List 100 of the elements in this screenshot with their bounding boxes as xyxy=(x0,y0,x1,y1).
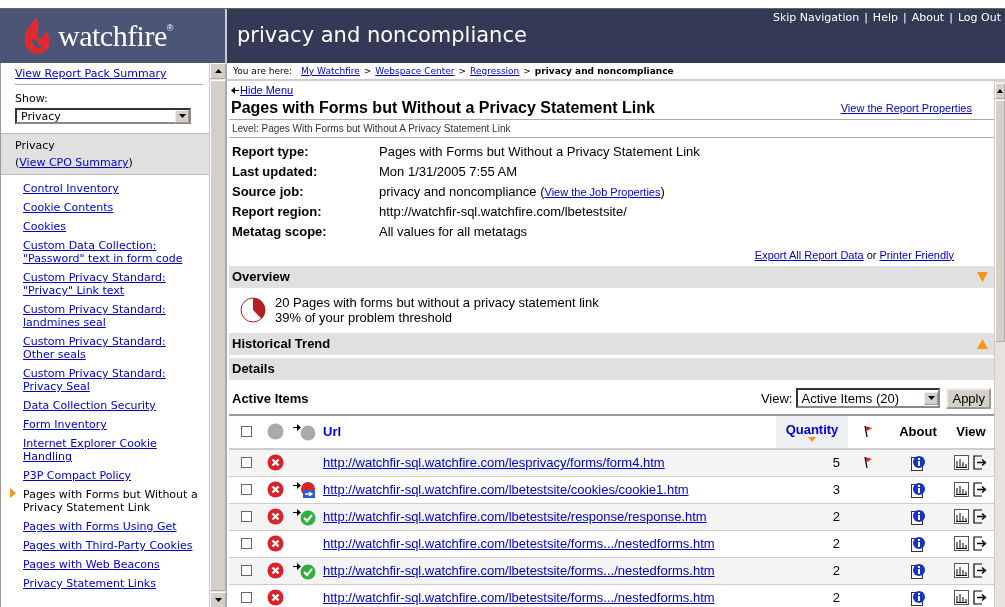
row-checkbox[interactable] xyxy=(240,565,252,576)
chart-icon[interactable] xyxy=(954,455,969,470)
export-icon[interactable] xyxy=(973,509,988,524)
report-link[interactable]: Pages with Forms but Without a Privacy Statement Link xyxy=(23,488,203,514)
url-link[interactable]: http://watchfir-sql.watchfire.com/lbetestsite/forms.../nestedforms.htm xyxy=(323,563,715,578)
show-label: Show: xyxy=(15,92,49,105)
report-link[interactable]: Custom Privacy Standard: "Privacy" Link text xyxy=(23,271,199,297)
hide-menu-link[interactable]: Hide Menu xyxy=(240,84,294,96)
row-checkbox[interactable] xyxy=(240,592,252,603)
row-checkbox[interactable] xyxy=(240,511,252,522)
quantity-cell-text: 2 xyxy=(831,589,841,607)
property-label: Last updated: xyxy=(232,163,319,179)
scroll-up-button[interactable] xyxy=(995,83,1005,99)
chart-icon[interactable] xyxy=(954,536,969,551)
active-items-title: Active Items xyxy=(232,390,310,406)
info-icon[interactable] xyxy=(911,454,925,471)
view-label: View: xyxy=(760,390,793,406)
report-link[interactable]: Form Inventory xyxy=(23,418,199,431)
chart-icon[interactable] xyxy=(954,590,969,605)
breadcrumb-link[interactable]: Regression xyxy=(470,66,520,76)
report-link[interactable]: Cookie Contents xyxy=(23,201,199,214)
scroll-down-button[interactable] xyxy=(210,592,226,607)
show-dropdown-value[interactable]: Privacy xyxy=(21,109,61,123)
column-header[interactable]: View xyxy=(948,415,994,448)
info-icon[interactable] xyxy=(911,589,925,606)
url-link[interactable]: http://watchfir-sql.watchfire.com/lbetestsite/forms.../nestedforms.htm xyxy=(323,590,715,605)
quantity-cell-text: 2 xyxy=(831,508,841,526)
report-properties-link[interactable]: View the Report Properties xyxy=(840,101,972,114)
report-link[interactable]: Internet Explorer Cookie Handling xyxy=(23,437,199,463)
section-title[interactable]: Overview xyxy=(232,269,290,284)
row-checkbox[interactable] xyxy=(240,484,252,495)
url-link[interactable]: http://watchfir-sql.watchfire.com/lbetestsite/cookies/cookie1.htm xyxy=(323,482,689,497)
section-title[interactable]: Details xyxy=(232,361,275,376)
column-header[interactable]: Quantity xyxy=(776,415,848,448)
column-header[interactable]: About xyxy=(888,415,948,448)
export-link[interactable]: Export All Report Data xyxy=(754,248,864,261)
cpo-summary-link[interactable]: View CPO Summary xyxy=(19,156,129,169)
scrollbar-thumb[interactable] xyxy=(995,100,1005,342)
report-link[interactable]: Pages with Web Beacons xyxy=(23,558,199,571)
scroll-up-button[interactable] xyxy=(210,63,226,79)
header-link[interactable]: Log Out xyxy=(957,11,1001,24)
parenthesis: ( xyxy=(15,156,20,169)
report-link[interactable]: Data Collection Security xyxy=(23,399,199,412)
url-link[interactable]: http://watchfir-sql.watchfire.com/lesprivacy/forms/form4.htm xyxy=(323,455,665,470)
section-title[interactable]: Historical Trend xyxy=(232,336,331,351)
info-icon[interactable] xyxy=(911,508,925,525)
breadcrumb-link[interactable]: Webspace Center xyxy=(375,66,455,76)
printer-friendly-link[interactable]: Printer Friendly xyxy=(879,248,954,261)
url-link[interactable]: http://watchfir-sql.watchfire.com/lbetestsite/forms.../nestedforms.htm xyxy=(323,536,715,551)
report-link[interactable]: Privacy Statement Links xyxy=(23,577,199,590)
export-icon[interactable] xyxy=(973,536,988,551)
info-icon[interactable] xyxy=(911,535,925,552)
chart-icon[interactable] xyxy=(954,482,969,497)
chart-icon[interactable] xyxy=(954,563,969,578)
report-link[interactable]: Custom Privacy Standard: Other seals xyxy=(23,335,199,361)
select-all-checkbox[interactable] xyxy=(240,426,252,437)
up-arrow-icon[interactable] xyxy=(997,89,1003,93)
report-link[interactable]: Custom Privacy Standard: landmines seal xyxy=(23,303,199,329)
logo: watchfire® xyxy=(0,9,227,63)
header-link[interactable]: Help xyxy=(872,11,898,24)
header-link[interactable]: Skip Navigation xyxy=(772,11,860,24)
pie-icon xyxy=(239,295,267,324)
row-checkbox[interactable] xyxy=(240,538,252,549)
parenthesis: ) xyxy=(660,183,665,199)
report-link[interactable]: Pages with Third-Party Cookies xyxy=(23,539,199,552)
report-link[interactable]: Custom Data Collection: "Password" text in form code xyxy=(23,239,199,265)
property-value: privacy and noncompliance xyxy=(379,183,538,199)
scrollbar-thumb[interactable] xyxy=(210,80,226,591)
report-pack-summary-link[interactable]: View Report Pack Summary xyxy=(15,67,203,85)
breadcrumb-separator: > xyxy=(458,66,467,76)
chart-icon[interactable] xyxy=(954,509,969,524)
overview-text: 39% of your problem threshold xyxy=(275,309,454,325)
column-header[interactable]: Url xyxy=(323,415,776,448)
breadcrumb-separator: > xyxy=(523,66,531,76)
level-text: Level: Pages With Forms but Without A Privacy Statement Link xyxy=(229,119,994,138)
current-marker-icon xyxy=(10,488,16,498)
row-checkbox[interactable] xyxy=(240,457,252,468)
export-icon[interactable] xyxy=(973,563,988,578)
report-link[interactable]: Pages with Forms Using Get xyxy=(23,520,199,533)
report-link[interactable]: P3P Compact Policy xyxy=(23,469,199,482)
url-link[interactable]: http://watchfir-sql.watchfire.com/lbetestsite/response/response.htm xyxy=(323,509,707,524)
export-icon[interactable] xyxy=(973,482,988,497)
error-icon xyxy=(266,481,284,498)
export-icon[interactable] xyxy=(973,590,988,605)
job-properties-link[interactable]: View the Job Properties xyxy=(544,185,661,198)
down-arrow-icon[interactable] xyxy=(214,598,222,602)
breadcrumb-link[interactable]: My Watchfire xyxy=(301,66,360,76)
left-arrow-icon[interactable] xyxy=(231,86,239,94)
up-arrow-icon[interactable] xyxy=(214,69,222,73)
report-link[interactable]: Control Inventory xyxy=(23,182,199,195)
apply-button[interactable]: Apply xyxy=(946,387,991,409)
link-separator: | xyxy=(902,11,907,24)
property-value: Pages with Forms but Without a Privacy Statement Link xyxy=(379,143,700,159)
change-column-icon xyxy=(293,422,317,441)
export-icon[interactable] xyxy=(973,455,988,470)
info-icon[interactable] xyxy=(911,562,925,579)
report-link[interactable]: Cookies xyxy=(23,220,199,233)
report-link[interactable]: Custom Privacy Standard: Privacy Seal xyxy=(23,367,199,393)
header-link[interactable]: About xyxy=(911,11,945,24)
info-icon[interactable] xyxy=(911,481,925,498)
